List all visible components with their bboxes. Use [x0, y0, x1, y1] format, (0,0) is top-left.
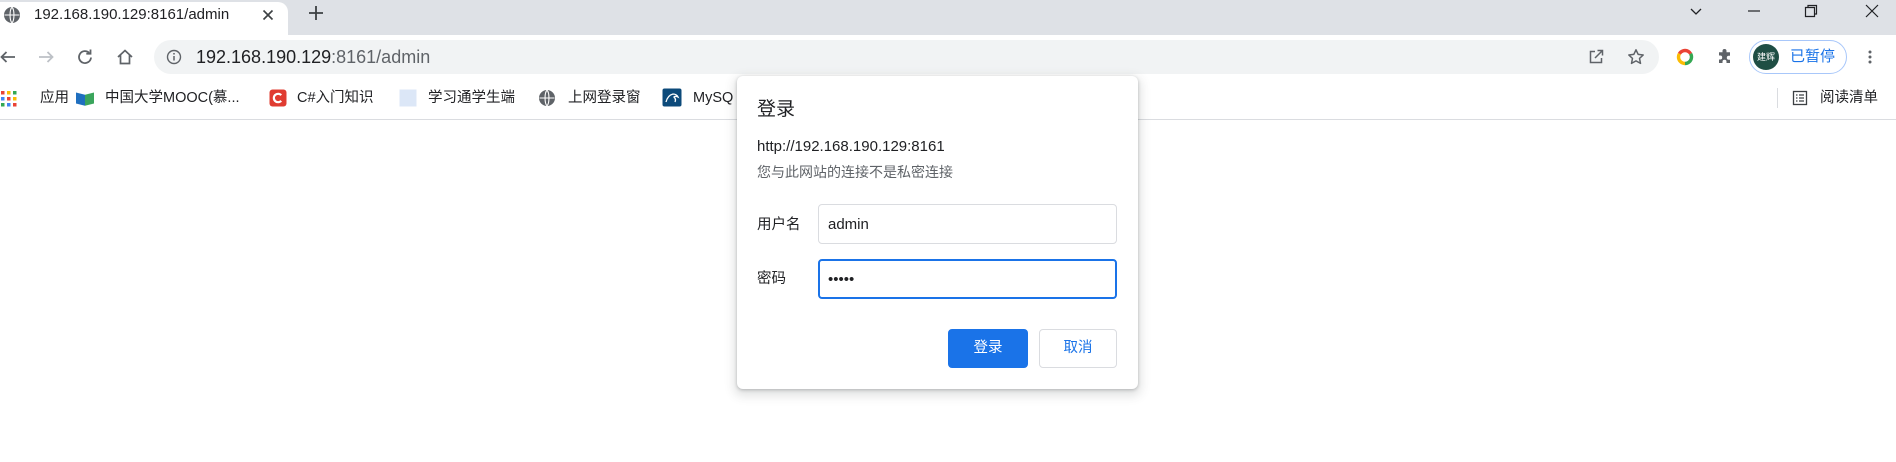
bookmark-label: 学习通学生端 [428, 90, 515, 106]
bookmark-csharp[interactable]: C#入门知识 [269, 88, 389, 108]
address-bar[interactable]: 192.168.190.129:8161/admin [154, 40, 1659, 74]
page-icon [399, 89, 417, 107]
dialog-title: 登录 [757, 99, 796, 120]
profile-status: 已暂停 [1790, 48, 1836, 65]
forward-arrow-icon[interactable] [37, 48, 55, 66]
reading-list-label: 阅读清单 [1820, 90, 1878, 106]
reload-icon[interactable] [76, 48, 94, 66]
back-arrow-icon[interactable] [0, 49, 16, 65]
dialog-connection-warning: 您与此网站的连接不是私密连接 [757, 164, 953, 180]
tab-strip: 192.168.190.129:8161/admin [0, 0, 1896, 35]
info-icon[interactable] [166, 49, 182, 65]
chevron-down-icon[interactable] [1688, 3, 1704, 19]
star-icon[interactable] [1627, 48, 1645, 66]
window-close-icon[interactable] [1864, 3, 1880, 19]
dialog-origin: http://192.168.190.129:8161 [757, 138, 945, 155]
avatar: 建辉 [1753, 44, 1779, 70]
bookmark-label: 中国大学MOOC(慕... [105, 90, 240, 106]
bookmark-label: C#入门知识 [297, 90, 374, 106]
reading-list-icon [1792, 90, 1808, 106]
tab-title: 192.168.190.129:8161/admin [34, 6, 230, 23]
new-tab-plus-icon[interactable] [306, 3, 326, 23]
apps-grid-icon [0, 89, 18, 107]
kebab-menu-icon[interactable] [1862, 49, 1878, 65]
bookmark-label: 上网登录窗 [568, 90, 641, 106]
mysql-icon [662, 88, 682, 107]
mooc-icon [75, 89, 95, 107]
http-auth-dialog: 登录 http://192.168.190.129:8161 您与此网站的连接不… [737, 76, 1138, 389]
username-label: 用户名 [757, 217, 801, 233]
minimize-icon[interactable] [1746, 3, 1762, 19]
password-field[interactable] [818, 259, 1117, 299]
home-icon[interactable] [116, 48, 134, 66]
toolbar: 192.168.190.129:8161/admin 建辉 已暂停 [0, 35, 1896, 76]
bookmark-xuexitong[interactable]: 学习通学生端 [399, 88, 529, 108]
reading-list-button[interactable]: 阅读清单 [1792, 88, 1882, 108]
globe-icon [538, 89, 556, 107]
bookmark-label: MySQ [693, 90, 734, 106]
c-logo-icon [269, 89, 287, 107]
url-host: 192.168.190.129 [196, 47, 332, 67]
bookmark-apps[interactable]: 应用 [0, 88, 80, 108]
active-tab[interactable]: 192.168.190.129:8161/admin [0, 2, 288, 35]
username-field[interactable] [818, 204, 1117, 244]
share-icon[interactable] [1587, 48, 1605, 66]
bookmark-mysql[interactable]: MySQ [662, 88, 737, 108]
bookmark-label: 应用 [40, 90, 69, 106]
bookmarks-divider [1777, 88, 1778, 108]
cancel-button[interactable]: 取消 [1039, 329, 1117, 368]
password-label: 密码 [757, 271, 786, 287]
url-path: :8161/admin [331, 47, 431, 67]
profile-button[interactable]: 建辉 已暂停 [1749, 40, 1847, 74]
google-ring-icon[interactable] [1676, 48, 1694, 66]
puzzle-icon[interactable] [1716, 48, 1734, 66]
login-button[interactable]: 登录 [948, 329, 1028, 368]
restore-icon[interactable] [1803, 3, 1819, 19]
url-text[interactable]: 192.168.190.129:8161/admin [196, 46, 430, 68]
tab-close-icon[interactable] [260, 7, 276, 23]
bookmark-login-portal[interactable]: 上网登录窗 [538, 88, 656, 108]
bookmark-mooc[interactable]: 中国大学MOOC(慕... [75, 88, 255, 108]
globe-icon [3, 6, 21, 24]
